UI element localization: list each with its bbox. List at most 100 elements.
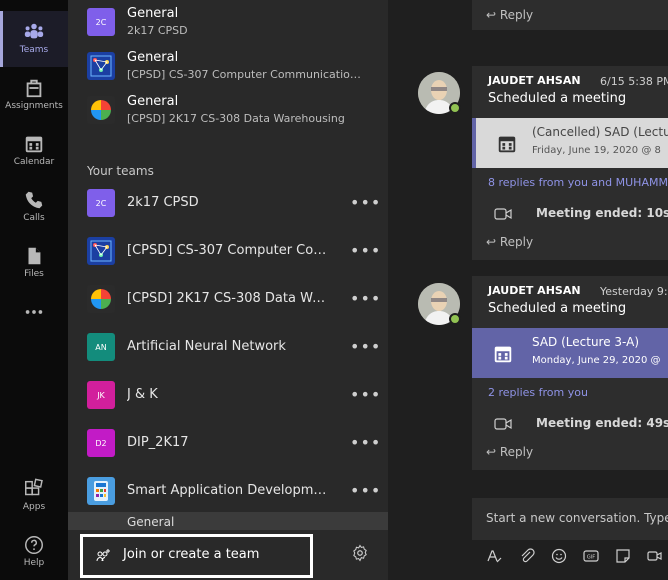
appbar-label: Calls [23, 213, 45, 223]
network-logo-icon [87, 237, 115, 265]
team-item[interactable]: D2 DIP_2K17 ••• [68, 421, 388, 465]
appbar-label: Apps [22, 502, 46, 512]
team-avatar: 2C [87, 8, 115, 36]
appbar-label: Help [23, 558, 45, 568]
message-time: Yesterday 9:38 [600, 285, 668, 298]
appbar-label: Teams [19, 45, 49, 55]
appbar-files[interactable]: Files [0, 235, 68, 291]
channel-item[interactable]: General [68, 512, 388, 530]
emoji-icon[interactable] [551, 548, 567, 564]
team-name: [CPSD] CS-307 Computer Communication ... [127, 68, 367, 81]
help-icon [25, 536, 43, 554]
meet-now-icon[interactable] [647, 548, 663, 564]
team-name: [CPSD] 2K17 CS-308 Data Ware... [127, 291, 332, 306]
team-avatar: D2 [87, 429, 115, 457]
team-name: [CPSD] CS-307 Computer Com... [127, 243, 332, 258]
conversation-pane: ↩ Reply JAUDET AHSAN 6/15 5:38 PM Schedu… [388, 0, 668, 580]
teams-icon [24, 23, 44, 39]
team-avatar: 2C [87, 189, 115, 217]
team-name: [CPSD] 2K17 CS-308 Data Warehousing [127, 112, 345, 125]
app-bar: Teams Assignments Calendar Calls Files A… [0, 0, 68, 580]
calendar-icon [494, 346, 512, 363]
team-name: 2k17 CPSD [127, 195, 199, 210]
new-conversation-input[interactable]: Start a new conversation. Type [472, 498, 668, 540]
message-card: ↩ Reply [472, 0, 668, 30]
message-subject: Scheduled a meeting [488, 301, 627, 316]
your-teams-heading: Your teams [87, 164, 154, 178]
network-logo-icon [87, 52, 115, 80]
appbar-label: Files [24, 269, 44, 279]
attach-icon[interactable] [519, 548, 535, 564]
meeting-ended-status: Meeting ended: 49s [536, 416, 668, 430]
team-avatar: JK [87, 381, 115, 409]
team-item[interactable]: JK J & K ••• [68, 373, 388, 417]
team-item[interactable]: 2C 2k17 CPSD ••• [68, 181, 388, 225]
format-icon[interactable] [486, 548, 502, 564]
replies-count-link[interactable]: 2 replies from you [488, 386, 588, 399]
appbar-label: Assignments [5, 101, 63, 111]
sender-name: JAUDET AHSAN [488, 284, 581, 297]
meeting-card[interactable]: SAD (Lecture 3-A) Monday, June 29, 2020 … [472, 328, 668, 378]
team-item[interactable]: [CPSD] 2K17 CS-308 Data Ware... ••• [68, 277, 388, 321]
pinned-channel[interactable]: General [CPSD] 2K17 CS-308 Data Warehous… [68, 88, 388, 132]
teams-panel: 2C General 2k17 CPSD General [CPSD] CS-3… [68, 0, 388, 580]
sender-name: JAUDET AHSAN [488, 74, 581, 87]
pinned-channel[interactable]: General [CPSD] CS-307 Computer Communica… [68, 44, 388, 88]
files-icon [28, 247, 41, 265]
team-item[interactable]: Smart Application Development ••• [68, 469, 388, 513]
calendar-icon [498, 136, 516, 153]
channel-name: General [127, 50, 179, 65]
appbar-help[interactable]: Help [0, 524, 68, 580]
sticker-icon[interactable] [615, 548, 631, 564]
settings-gear-icon[interactable] [351, 544, 369, 562]
join-or-create-team-button[interactable]: Join or create a team [80, 534, 313, 578]
appbar-more[interactable] [0, 291, 68, 331]
team-name: Smart Application Development [127, 483, 332, 498]
team-item[interactable]: AN Artificial Neural Network ••• [68, 325, 388, 369]
appbar-assignments[interactable]: Assignments [0, 67, 68, 123]
calendar-icon [25, 136, 43, 153]
assignments-icon [26, 79, 42, 98]
meeting-title: SAD (Lecture 3-A) [532, 335, 640, 349]
team-name: DIP_2K17 [127, 435, 189, 450]
meeting-title: (Cancelled) SAD (Lectu [532, 125, 668, 139]
message-subject: Scheduled a meeting [488, 91, 627, 106]
svg-text:GIF: GIF [587, 555, 595, 561]
presence-available-icon [449, 313, 461, 325]
calculator-logo-icon [87, 477, 115, 505]
appbar-calls[interactable]: Calls [0, 179, 68, 235]
meeting-date: Friday, June 19, 2020 @ 8 [532, 145, 661, 156]
appbar-apps[interactable]: Apps [0, 468, 68, 524]
more-options-icon[interactable]: ••• [350, 481, 381, 500]
message-card: JAUDET AHSAN 6/15 5:38 PM Scheduled a me… [472, 66, 668, 260]
meeting-card-cancelled[interactable]: (Cancelled) SAD (Lectu Friday, June 19, … [472, 118, 668, 168]
appbar-calendar[interactable]: Calendar [0, 123, 68, 179]
join-team-label: Join or create a team [123, 547, 260, 562]
team-name: Artificial Neural Network [127, 339, 286, 354]
reply-link[interactable]: ↩ Reply [486, 8, 533, 22]
more-options-icon[interactable]: ••• [350, 241, 381, 260]
presence-available-icon [449, 102, 461, 114]
replies-count-link[interactable]: 8 replies from you and MUHAMMA [488, 176, 668, 189]
video-camera-icon [494, 208, 512, 220]
channel-name: General [127, 6, 179, 21]
message-time: 6/15 5:38 PM [600, 75, 668, 88]
channel-name: General [127, 94, 179, 109]
reply-label: Reply [499, 8, 534, 22]
meeting-date: Monday, June 29, 2020 @ [532, 355, 661, 366]
more-options-icon[interactable]: ••• [350, 289, 381, 308]
appbar-label: Calendar [13, 157, 55, 167]
more-options-icon[interactable]: ••• [350, 337, 381, 356]
appbar-teams[interactable]: Teams [0, 11, 68, 67]
compose-placeholder: Start a new conversation. Type [486, 511, 668, 525]
pinned-channel[interactable]: 2C General 2k17 CPSD [68, 0, 388, 44]
reply-link[interactable]: ↩ Reply [486, 235, 533, 249]
team-item[interactable]: [CPSD] CS-307 Computer Com... ••• [68, 229, 388, 273]
reply-label: Reply [499, 235, 534, 249]
reply-link[interactable]: ↩ Reply [486, 445, 533, 459]
gif-icon[interactable]: GIF [583, 548, 599, 564]
more-options-icon[interactable]: ••• [350, 433, 381, 452]
more-options-icon[interactable]: ••• [350, 193, 381, 212]
pie-logo-icon [87, 285, 115, 313]
more-options-icon[interactable]: ••• [350, 385, 381, 404]
